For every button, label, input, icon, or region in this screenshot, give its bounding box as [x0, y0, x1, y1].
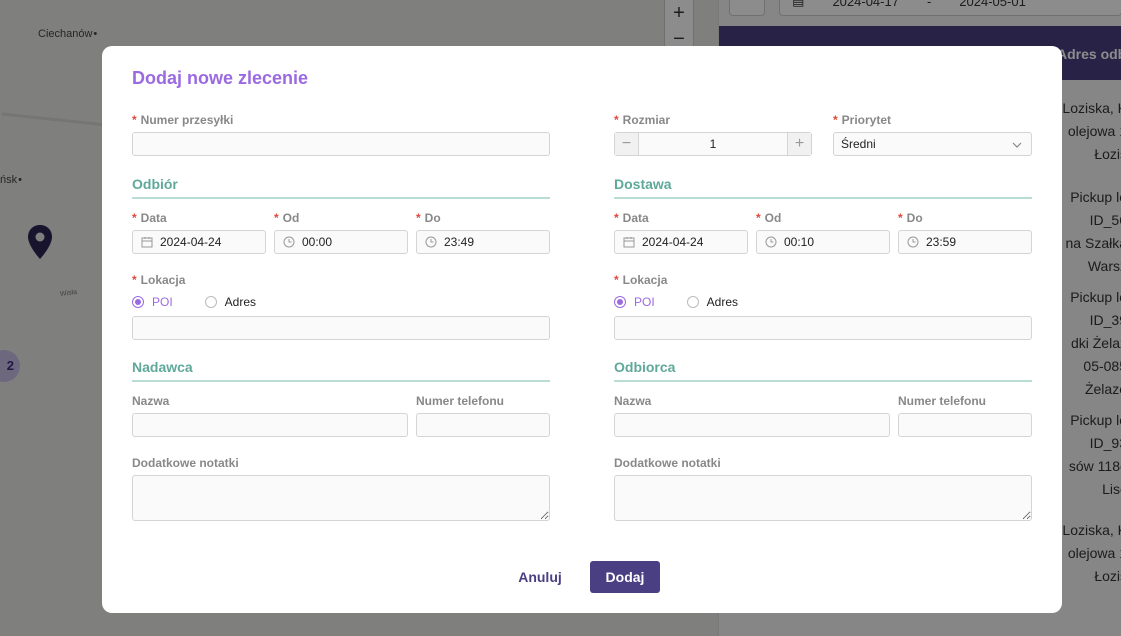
delivery-to-value: 23:59: [926, 235, 957, 249]
pickup-to-time[interactable]: 23:49: [416, 230, 550, 254]
delivery-location-input[interactable]: [614, 316, 1032, 340]
recipient-phone-label: Numer telefonu: [898, 394, 987, 408]
delivery-section-title: Dostawa: [614, 176, 672, 192]
delivery-date-picker[interactable]: 2024-04-24: [614, 230, 748, 254]
clock-icon: [283, 236, 295, 248]
pickup-from-time[interactable]: 00:00: [274, 230, 408, 254]
pickup-to-value: 23:49: [444, 235, 475, 249]
delivery-address-label[interactable]: Adres: [707, 295, 738, 309]
recipient-name-label: Nazwa: [614, 394, 652, 408]
delivery-date-value: 2024-04-24: [642, 235, 704, 249]
delivery-poi-label[interactable]: POI: [634, 295, 655, 309]
sender-notes-textarea[interactable]: [132, 475, 550, 521]
delivery-to-label: * Do: [898, 211, 923, 225]
calendar-icon: [141, 237, 153, 248]
pickup-date-label: * Data: [132, 211, 167, 225]
size-decrement-button[interactable]: −: [615, 133, 639, 155]
delivery-from-value: 00:10: [784, 235, 815, 249]
pickup-location-label: * Lokacja: [132, 273, 186, 287]
new-order-modal: Dodaj nowe zlecenie * Numer przesyłki Odb…: [102, 46, 1062, 613]
pickup-section-title: Odbiór: [132, 176, 178, 192]
delivery-date-label: * Data: [614, 211, 649, 225]
sender-phone-input[interactable]: [416, 413, 550, 437]
delivery-address-radio[interactable]: [686, 296, 699, 308]
pickup-to-label: * Do: [416, 211, 441, 225]
delivery-poi-radio[interactable]: [614, 296, 626, 308]
pickup-date-value: 2024-04-24: [160, 235, 222, 249]
sender-notes-label: Dodatkowe notatki: [132, 456, 239, 470]
priority-label: * Priorytet: [833, 113, 892, 127]
delivery-to-time[interactable]: 23:59: [898, 230, 1032, 254]
pickup-poi-radio[interactable]: [132, 296, 144, 308]
modal-title: Dodaj nowe zlecenie: [132, 68, 309, 88]
clock-icon: [765, 236, 777, 248]
delivery-from-time[interactable]: 00:10: [756, 230, 890, 254]
pickup-date-picker[interactable]: 2024-04-24: [132, 230, 266, 254]
priority-select[interactable]: Średni: [833, 132, 1032, 156]
pickup-location-input[interactable]: [132, 316, 550, 340]
size-label: * Rozmiar: [614, 113, 671, 127]
sender-phone-label: Numer telefonu: [416, 394, 505, 408]
add-order-button[interactable]: Dodaj: [590, 561, 660, 593]
delivery-location-type: POI Adres: [614, 295, 738, 309]
size-stepper[interactable]: − 1 +: [614, 132, 812, 156]
cancel-button[interactable]: Anuluj: [512, 561, 568, 593]
chevron-down-icon: [1012, 142, 1022, 148]
section-divider: [132, 380, 550, 382]
section-divider: [132, 197, 550, 199]
delivery-location-label: * Lokacja: [614, 273, 668, 287]
section-divider: [614, 197, 1032, 199]
pickup-from-label: * Od: [274, 211, 300, 225]
pickup-poi-label[interactable]: POI: [152, 295, 173, 309]
section-divider: [614, 380, 1032, 382]
pickup-address-radio[interactable]: [204, 296, 217, 308]
clock-icon: [425, 236, 437, 248]
priority-value: Średni: [841, 137, 876, 151]
recipient-notes-textarea[interactable]: [614, 475, 1032, 521]
pickup-location-type: POI Adres: [132, 295, 256, 309]
size-increment-button[interactable]: +: [787, 133, 811, 155]
recipient-section-title: Odbiorca: [614, 359, 676, 375]
sender-name-label: Nazwa: [132, 394, 170, 408]
calendar-icon: [623, 237, 635, 248]
recipient-phone-input[interactable]: [898, 413, 1032, 437]
shipment-number-label: * Numer przesyłki: [132, 113, 234, 127]
pickup-address-label[interactable]: Adres: [225, 295, 256, 309]
delivery-from-label: * Od: [756, 211, 782, 225]
clock-icon: [907, 236, 919, 248]
pickup-from-value: 00:00: [302, 235, 333, 249]
sender-section-title: Nadawca: [132, 359, 193, 375]
sender-name-input[interactable]: [132, 413, 408, 437]
recipient-name-input[interactable]: [614, 413, 890, 437]
size-value[interactable]: 1: [639, 133, 787, 155]
shipment-number-input[interactable]: [132, 132, 550, 156]
recipient-notes-label: Dodatkowe notatki: [614, 456, 721, 470]
